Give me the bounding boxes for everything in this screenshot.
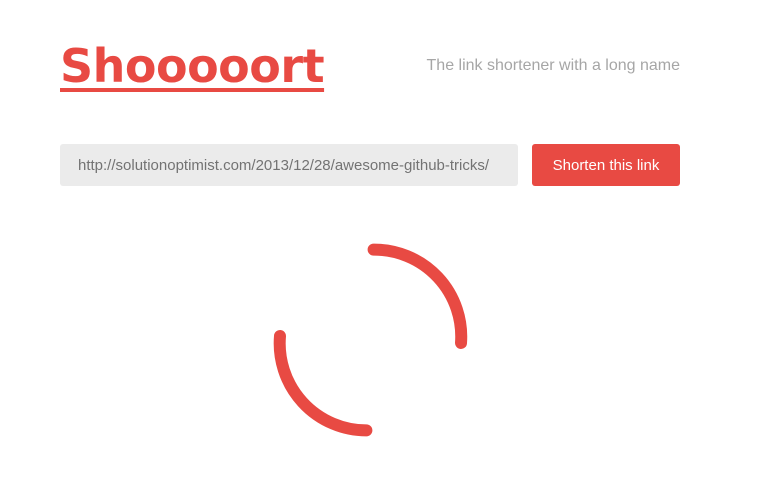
spinner-arc-top-right <box>367 243 468 349</box>
tagline: The link shortener with a long name <box>426 57 680 74</box>
url-input[interactable] <box>60 144 518 186</box>
loading-spinner-icon <box>273 243 468 437</box>
shorten-link-button[interactable]: Shorten this link <box>532 144 680 186</box>
spinner-arc-bottom-left <box>273 330 373 437</box>
page-header: Shooooort The link shortener with a long… <box>60 36 680 96</box>
logo-link[interactable]: Shooooort <box>60 36 325 96</box>
